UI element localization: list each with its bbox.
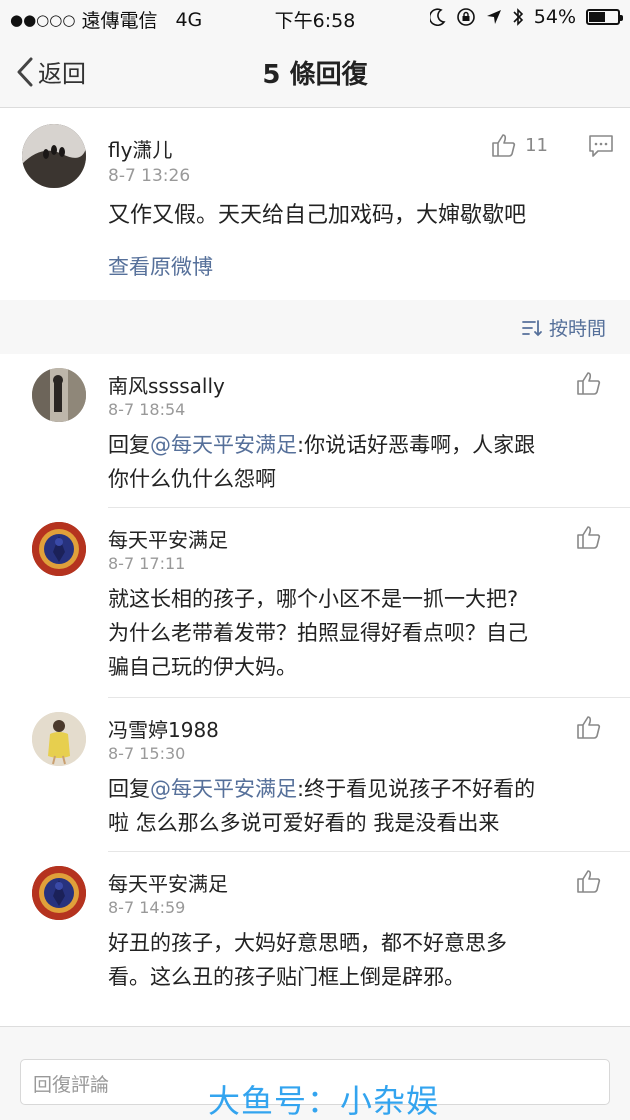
- thumbs-up-icon[interactable]: [576, 370, 602, 396]
- comment-text-line: :终于看见说孩子不好看的: [297, 777, 536, 801]
- thumbs-up-icon[interactable]: [576, 714, 602, 740]
- comment-text-line: 看。这么丑的孩子贴门框上倒是辟邪。: [108, 965, 465, 989]
- comment-text: 就这长相的孩子，哪个小区不是一抓一大把? 为什么老带着发带？拍照显得好看点呗？自…: [108, 582, 598, 684]
- avatar[interactable]: [22, 124, 86, 188]
- post-time: 8-7 14:59: [108, 898, 186, 917]
- post-time: 8-7 13:26: [108, 166, 191, 186]
- original-comment: fly潇儿 8-7 13:26 又作又假。天天给自己加戏码，大婶歇歇吧 查看原微…: [0, 108, 630, 300]
- sort-bar: 按時間: [0, 300, 630, 354]
- comment-text: 又作又假。天天给自己加戏码，大婶歇歇吧: [108, 203, 527, 228]
- bluetooth-icon: [513, 8, 523, 26]
- avatar[interactable]: [32, 368, 86, 422]
- comment-text-line: 骗自己玩的伊大妈。: [108, 655, 297, 679]
- post-time: 8-7 15:30: [108, 744, 186, 763]
- avatar[interactable]: [32, 866, 86, 920]
- list-item: 冯雪婷1988 8-7 15:30 回复@每天平安满足:终于看见说孩子不好看的 …: [0, 698, 630, 852]
- post-time: 8-7 17:11: [108, 554, 186, 573]
- avatar[interactable]: [32, 522, 86, 576]
- watermark: 大鱼号：小杂娱: [208, 1082, 440, 1120]
- nav-bar: 返回 5 條回復: [0, 36, 630, 108]
- reply-prefix: 回复: [108, 433, 150, 457]
- comment-text: 好丑的孩子，大妈好意思晒，都不好意思多 看。这么丑的孩子贴门框上倒是辟邪。: [108, 926, 598, 994]
- comment-text-line: 为什么老带着发带？拍照显得好看点呗？自己: [108, 621, 528, 645]
- mention-link[interactable]: @每天平安满足: [150, 433, 297, 457]
- user-name[interactable]: 冯雪婷1988: [108, 714, 219, 743]
- comment-text: 回复@每天平安满足:你说话好恶毒啊，人家跟 你什么仇什么怨啊: [108, 428, 598, 496]
- mention-link[interactable]: @每天平安满足: [150, 777, 297, 801]
- thumbs-up-icon[interactable]: [576, 868, 602, 894]
- user-name[interactable]: 每天平安满足: [108, 868, 228, 897]
- comment-text-line: 就这长相的孩子，哪个小区不是一抓一大把?: [108, 587, 519, 611]
- moon-icon: [429, 8, 446, 26]
- comment-text: 回复@每天平安满足:终于看见说孩子不好看的 啦 怎么那么多说可爱好看的 我是没看…: [108, 772, 598, 840]
- post-time: 8-7 18:54: [108, 400, 186, 419]
- list-item: 南风ssssally 8-7 18:54 回复@每天平安满足:你说话好恶毒啊，人…: [0, 354, 630, 508]
- list-item: 每天平安满足 8-7 14:59 好丑的孩子，大妈好意思晒，都不好意思多 看。这…: [0, 852, 630, 1026]
- comment-icon[interactable]: [588, 134, 614, 158]
- comment-text-line: 你什么仇什么怨啊: [108, 467, 276, 491]
- list-item: 每天平安满足 8-7 17:11 就这长相的孩子，哪个小区不是一抓一大把? 为什…: [0, 508, 630, 698]
- view-original-link[interactable]: 查看原微博: [108, 251, 213, 281]
- page-title: 5 條回復: [262, 60, 368, 90]
- comment-text-line: 好丑的孩子，大妈好意思晒，都不好意思多: [108, 931, 507, 955]
- avatar[interactable]: [32, 712, 86, 766]
- thumbs-up-icon: [492, 134, 516, 157]
- avatar-image: [32, 368, 86, 422]
- comment-text-line: 啦 怎么那么多说可爱好看的 我是没看出来: [108, 811, 500, 835]
- avatar-image: [32, 712, 86, 766]
- location-icon: [486, 10, 501, 24]
- avatar-image: [22, 124, 86, 188]
- comment-list: 南风ssssally 8-7 18:54 回复@每天平安满足:你说话好恶毒啊，人…: [0, 354, 630, 1026]
- battery-percent: 54%: [533, 6, 576, 28]
- reply-prefix: 回复: [108, 777, 150, 801]
- like-button[interactable]: 11: [491, 132, 548, 158]
- like-count: 11: [525, 134, 548, 156]
- battery-icon: [586, 9, 623, 25]
- avatar-image: [32, 522, 86, 576]
- user-name[interactable]: fly潇儿: [108, 134, 172, 163]
- sort-by-time-button[interactable]: 按時間: [521, 314, 606, 341]
- user-name[interactable]: 每天平安满足: [108, 524, 228, 553]
- sort-label: 按時間: [548, 318, 606, 340]
- sort-icon: [522, 319, 542, 336]
- status-bar: ●●○○○ 遠傳電信 4G 下午6:58 54%: [0, 0, 630, 36]
- comment-text-line: :你说话好恶毒啊，人家跟: [297, 433, 536, 457]
- avatar-image: [32, 866, 86, 920]
- thumbs-up-icon[interactable]: [576, 524, 602, 550]
- rotation-lock-icon: [456, 8, 475, 26]
- user-name[interactable]: 南风ssssally: [108, 370, 225, 399]
